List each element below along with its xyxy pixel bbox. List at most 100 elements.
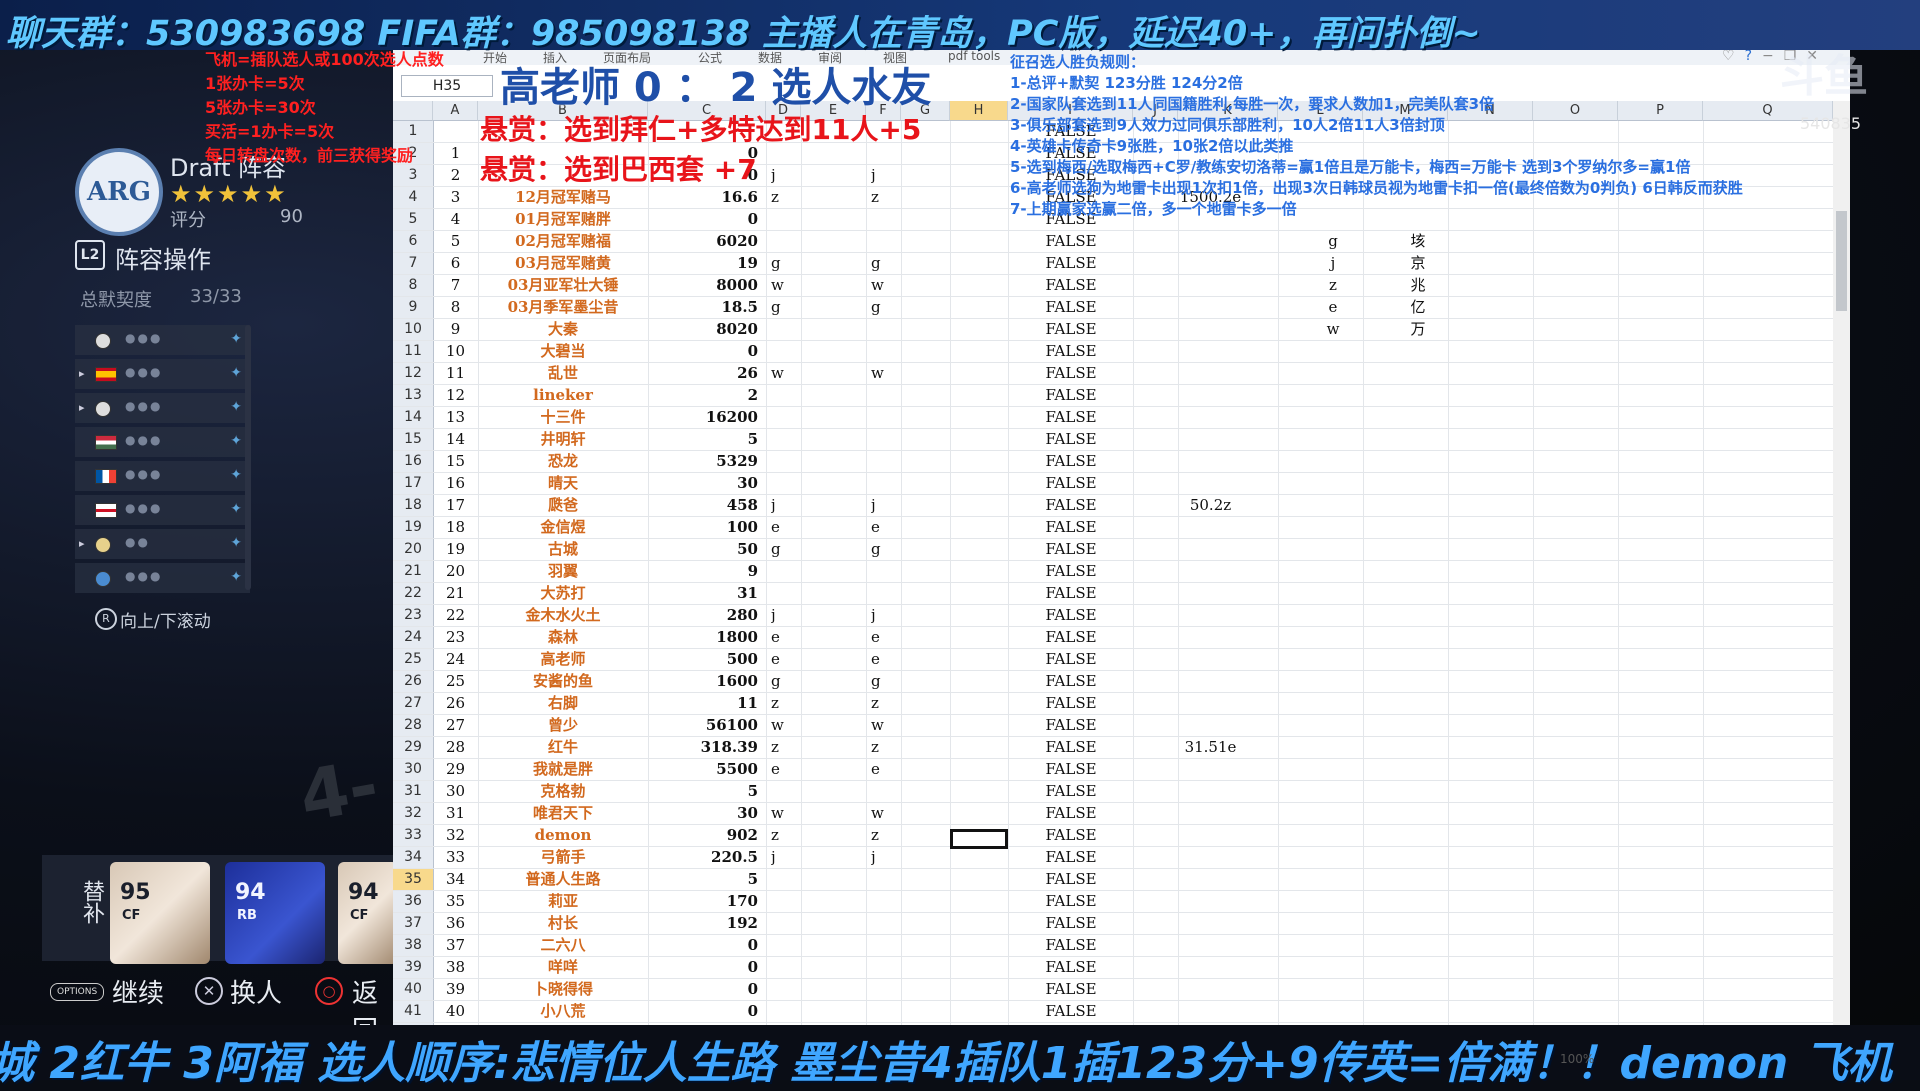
row-number[interactable]: 18	[393, 495, 434, 516]
cell-c[interactable]: 8020	[648, 319, 758, 340]
cell-m[interactable]	[1313, 407, 1353, 428]
cell-k[interactable]	[1158, 1001, 1263, 1022]
cell-n[interactable]	[1398, 671, 1438, 692]
cell-d[interactable]: g	[771, 539, 811, 560]
cell-i[interactable]: FALSE	[981, 297, 1161, 318]
row-number[interactable]: 11	[393, 341, 434, 362]
cell-b[interactable]: 弓箭手	[478, 847, 648, 868]
cell-a[interactable]: 37	[433, 935, 478, 956]
table-row[interactable]: 7 6 03月冠军赌黄 19 g g FALSE j 京	[393, 253, 1833, 275]
cell-k[interactable]	[1158, 891, 1263, 912]
cell-f[interactable]	[871, 781, 911, 802]
cell-k[interactable]	[1158, 297, 1263, 318]
cell-i[interactable]: FALSE	[981, 451, 1161, 472]
cell-i[interactable]: FALSE	[981, 231, 1161, 252]
cell-f[interactable]	[871, 561, 911, 582]
player-card[interactable]: 94 RB	[225, 862, 325, 964]
cell-m[interactable]	[1313, 847, 1353, 868]
cell-f[interactable]: z	[871, 693, 911, 714]
table-row[interactable]: 36 35 莉亚 170 FALSE	[393, 891, 1833, 913]
table-row[interactable]: 30 29 我就是胖 5500 e e FALSE	[393, 759, 1833, 781]
cell-f[interactable]	[871, 979, 911, 1000]
cell-d[interactable]	[771, 429, 811, 450]
cell-c[interactable]: 902	[648, 825, 758, 846]
cell-a[interactable]: 24	[433, 649, 478, 670]
cell-i[interactable]: FALSE	[981, 539, 1161, 560]
cell-i[interactable]: FALSE	[981, 957, 1161, 978]
cell-a[interactable]: 23	[433, 627, 478, 648]
list-item[interactable]: ▸ ●●● ✦	[75, 393, 250, 423]
cell-c[interactable]: 5329	[648, 451, 758, 472]
cell-f[interactable]	[871, 891, 911, 912]
cell-a[interactable]: 8	[433, 297, 478, 318]
cell-c[interactable]: 170	[648, 891, 758, 912]
cell-c[interactable]: 500	[648, 649, 758, 670]
table-row[interactable]: 40 39 卜晓得得 0 FALSE	[393, 979, 1833, 1001]
row-number[interactable]: 29	[393, 737, 434, 758]
row-number[interactable]: 17	[393, 473, 434, 494]
cell-a[interactable]: 10	[433, 341, 478, 362]
table-row[interactable]: 9 8 03月季军墨尘昔 18.5 g g FALSE e 亿	[393, 297, 1833, 319]
cell-i[interactable]: FALSE	[981, 605, 1161, 626]
cell-k[interactable]	[1158, 561, 1263, 582]
cell-m[interactable]: j	[1313, 253, 1353, 274]
cell-k[interactable]	[1158, 979, 1263, 1000]
cell-c[interactable]: 16200	[648, 407, 758, 428]
row-number[interactable]: 24	[393, 627, 434, 648]
row-number[interactable]: 40	[393, 979, 434, 1000]
vertical-scrollbar[interactable]	[1833, 101, 1850, 1047]
cell-b[interactable]: 森林	[478, 627, 648, 648]
active-cell-h35[interactable]	[950, 829, 1008, 849]
cell-m[interactable]	[1313, 495, 1353, 516]
cell-k[interactable]	[1158, 825, 1263, 846]
table-row[interactable]: 13 12 lineker 2 FALSE	[393, 385, 1833, 407]
table-row[interactable]: 31 30 克格勃 5 FALSE	[393, 781, 1833, 803]
cell-f[interactable]	[871, 407, 911, 428]
cell-d[interactable]	[771, 979, 811, 1000]
cell-a[interactable]: 26	[433, 693, 478, 714]
row-number[interactable]: 7	[393, 253, 434, 274]
cell-k[interactable]: 31.51e	[1158, 737, 1263, 758]
cell-d[interactable]: w	[771, 803, 811, 824]
cell-n[interactable]	[1398, 407, 1438, 428]
cell-a[interactable]: 30	[433, 781, 478, 802]
cell-c[interactable]: 5	[648, 781, 758, 802]
row-number[interactable]: 30	[393, 759, 434, 780]
cell-n[interactable]	[1398, 451, 1438, 472]
cell-d[interactable]	[771, 561, 811, 582]
cell-d[interactable]: e	[771, 759, 811, 780]
cell-k[interactable]	[1158, 363, 1263, 384]
cell-m[interactable]	[1313, 649, 1353, 670]
cell-b[interactable]: demon	[478, 825, 648, 846]
cell-c[interactable]: 5	[648, 429, 758, 450]
cell-i[interactable]: FALSE	[981, 627, 1161, 648]
cell-c[interactable]: 100	[648, 517, 758, 538]
row-number[interactable]: 6	[393, 231, 434, 252]
cell-c[interactable]: 50	[648, 539, 758, 560]
cell-c[interactable]: 30	[648, 803, 758, 824]
cell-i[interactable]: FALSE	[981, 803, 1161, 824]
table-row[interactable]: 28 27 曾少 56100 w w FALSE	[393, 715, 1833, 737]
cell-n[interactable]	[1398, 847, 1438, 868]
cell-k[interactable]	[1158, 517, 1263, 538]
cell-m[interactable]	[1313, 671, 1353, 692]
cell-m[interactable]: z	[1313, 275, 1353, 296]
row-number[interactable]: 26	[393, 671, 434, 692]
cell-f[interactable]	[871, 385, 911, 406]
cell-n[interactable]	[1398, 495, 1438, 516]
cell-d[interactable]	[771, 451, 811, 472]
cell-c[interactable]: 18.5	[648, 297, 758, 318]
cell-b[interactable]: 二六八	[478, 935, 648, 956]
cell-c[interactable]: 5500	[648, 759, 758, 780]
cell-m[interactable]	[1313, 781, 1353, 802]
table-row[interactable]: 38 37 二六八 0 FALSE	[393, 935, 1833, 957]
cell-k[interactable]: 50.2z	[1158, 495, 1263, 516]
cell-b[interactable]: 右脚	[478, 693, 648, 714]
cell-a[interactable]: 39	[433, 979, 478, 1000]
list-item[interactable]: ●●● ✦	[75, 427, 250, 457]
cell-i[interactable]: FALSE	[981, 759, 1161, 780]
cell-m[interactable]	[1313, 891, 1353, 912]
row-number[interactable]: 32	[393, 803, 434, 824]
table-row[interactable]: 19 18 金信煜 100 e e FALSE	[393, 517, 1833, 539]
cell-c[interactable]: 318.39	[648, 737, 758, 758]
